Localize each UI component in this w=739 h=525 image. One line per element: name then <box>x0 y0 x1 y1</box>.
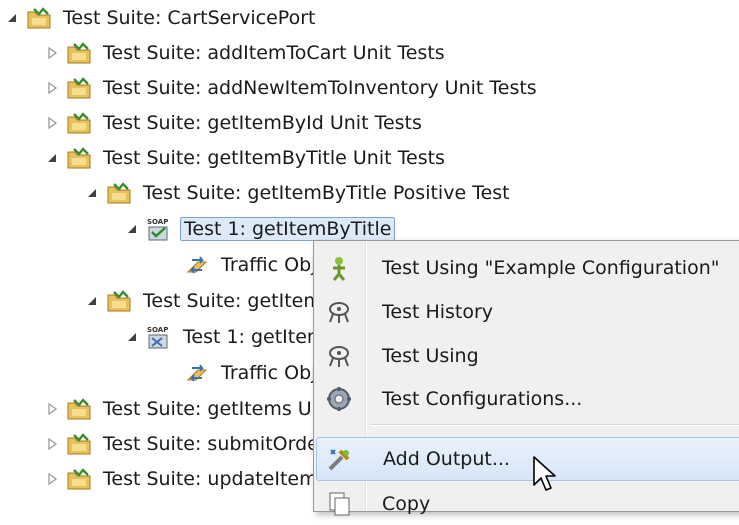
traffic-object-icon <box>184 252 210 278</box>
test-using-icon <box>324 341 354 371</box>
test-history-icon <box>324 297 354 327</box>
test-suite-icon <box>106 180 132 206</box>
expand-arrow-icon[interactable] <box>4 10 20 26</box>
collapse-arrow-icon[interactable] <box>44 401 60 417</box>
test-suite-icon <box>66 431 92 457</box>
traffic-object-icon <box>184 360 210 386</box>
collapse-arrow-icon[interactable] <box>44 80 60 96</box>
tree-row-getitembytitle[interactable]: Test Suite: getItemByTitle Unit Tests <box>44 141 448 175</box>
tree-row-label: Test 1: getItemByTitle <box>180 217 396 241</box>
menu-item-label: Test Using "Example Configuration" <box>382 257 720 279</box>
expand-arrow-icon[interactable] <box>44 150 60 166</box>
expand-arrow-icon[interactable] <box>84 185 100 201</box>
soap-test-icon: SOAP <box>146 216 172 242</box>
collapse-arrow-icon[interactable] <box>44 45 60 61</box>
tree-row-label: Test Suite: CartServicePort <box>63 7 316 29</box>
add-output-icon <box>325 444 355 474</box>
menu-item-label: Test History <box>382 301 494 323</box>
collapse-arrow-icon[interactable] <box>44 115 60 131</box>
expand-arrow-icon[interactable] <box>124 221 140 237</box>
menu-item-label: Add Output... <box>383 448 510 470</box>
tree-row-label: Test Suite: addItemToCart Unit Tests <box>103 42 445 64</box>
menu-item-copy[interactable]: Copy <box>316 483 739 525</box>
test-suite-icon <box>66 75 92 101</box>
test-suite-icon <box>66 145 92 171</box>
tree-row-label: Test Suite: getItemById Unit Tests <box>103 112 422 134</box>
test-suite-icon <box>106 288 132 314</box>
copy-icon <box>324 489 354 519</box>
menu-item-label: Test Configurations... <box>382 388 583 410</box>
tree-row-additemtocart[interactable]: Test Suite: addItemToCart Unit Tests <box>44 36 448 70</box>
test-suite-icon <box>66 40 92 66</box>
test-suite-icon <box>66 110 92 136</box>
tree-row-label: Test Suite: getItemByTitle Positive Test <box>143 182 510 204</box>
test-suite-icon <box>66 396 92 422</box>
mouse-pointer-icon <box>532 455 558 495</box>
tree-row-getitembytitle-positive[interactable]: Test Suite: getItemByTitle Positive Test <box>84 176 513 210</box>
tree-row-addnewitemtoinventory[interactable]: Test Suite: addNewItemToInventory Unit T… <box>44 71 540 105</box>
tree-row-cartserviceport[interactable]: Test Suite: CartServicePort <box>4 1 318 35</box>
test-configurations-icon <box>324 384 354 414</box>
collapse-arrow-icon[interactable] <box>44 471 60 487</box>
menu-item-test-using[interactable]: Test Using <box>316 335 739 377</box>
menu-item-test-using-example-config[interactable]: Test Using "Example Configuration" <box>316 247 739 289</box>
menu-separator <box>370 424 739 426</box>
soap-test-icon: SOAP <box>146 324 172 350</box>
tree-row-label: Test Suite: addNewItemToInventory Unit T… <box>103 77 537 99</box>
menu-item-label: Copy <box>382 493 431 515</box>
expand-arrow-icon[interactable] <box>124 329 140 345</box>
test-suite-icon <box>26 5 52 31</box>
svg-text:SOAP: SOAP <box>147 326 168 334</box>
tree-row-label: Test Suite: getItemByTitle Unit Tests <box>103 147 445 169</box>
expand-arrow-icon[interactable] <box>84 293 100 309</box>
menu-item-add-output[interactable]: Add Output... <box>316 437 739 481</box>
menu-item-test-history[interactable]: Test History <box>316 291 739 333</box>
context-menu: Test Using "Example Configuration" Test … <box>313 240 739 516</box>
tree-row-getitembyid[interactable]: Test Suite: getItemById Unit Tests <box>44 106 425 140</box>
menu-item-test-configurations[interactable]: Test Configurations... <box>316 378 739 420</box>
run-test-config-icon <box>324 253 354 283</box>
svg-text:SOAP: SOAP <box>147 218 168 226</box>
menu-item-label: Test Using <box>382 345 479 367</box>
test-suite-icon <box>66 466 92 492</box>
collapse-arrow-icon[interactable] <box>44 436 60 452</box>
